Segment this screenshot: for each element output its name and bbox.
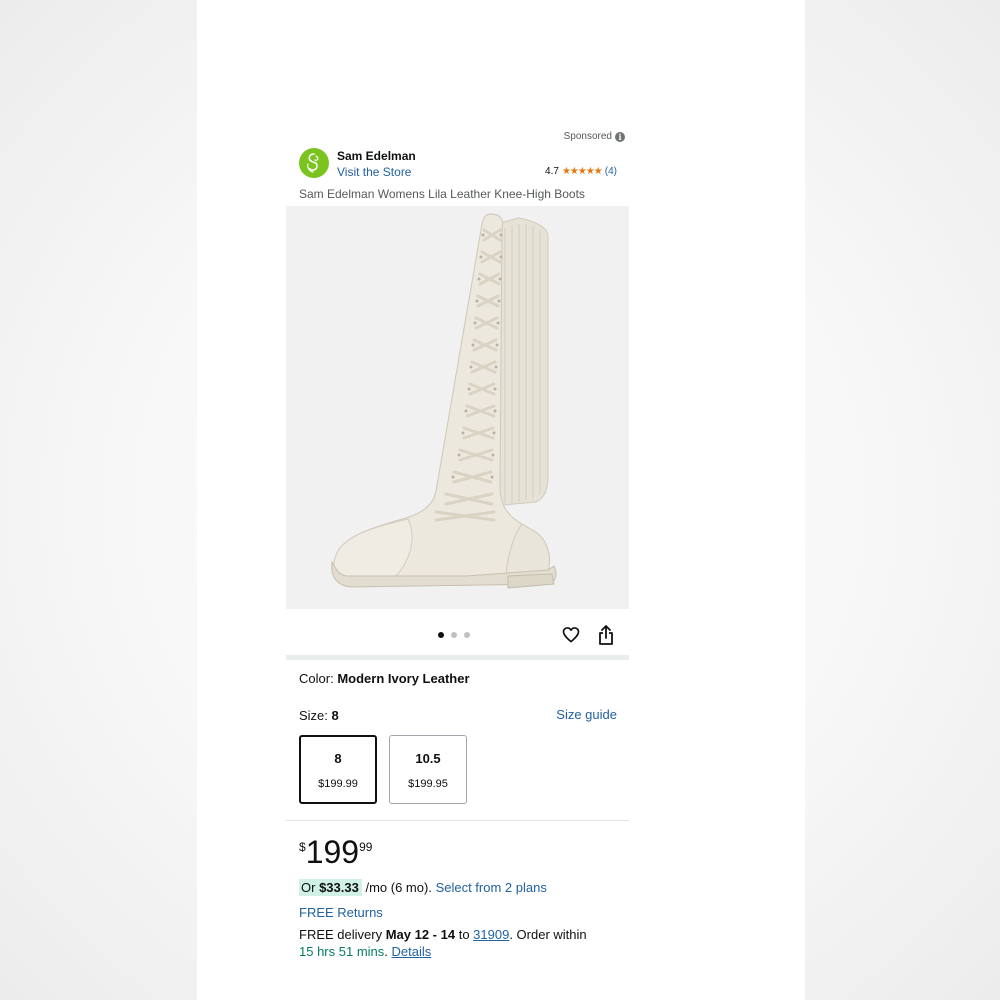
size-value: 8 xyxy=(331,708,339,723)
installment-amount: $33.33 xyxy=(319,880,359,895)
brand-name: Sam Edelman xyxy=(337,149,416,163)
color-selection: Color: Modern Ivory Leather xyxy=(299,671,470,686)
delivery-info: FREE delivery May 12 - 14 to 31909. Orde… xyxy=(299,927,587,959)
size-option-10-5[interactable]: 10.5 $199.95 xyxy=(389,735,467,804)
size-option-size: 8 xyxy=(334,751,342,766)
installment-suffix: /mo (6 mo). xyxy=(365,880,432,895)
installment-highlight: Or $33.33 xyxy=(299,879,362,896)
carousel-dot-2[interactable] xyxy=(451,632,457,638)
store-logo-icon[interactable] xyxy=(299,148,329,178)
delivery-prefix: FREE delivery xyxy=(299,927,383,942)
size-option-8[interactable]: 8 $199.99 xyxy=(299,735,377,804)
order-within-text: . Order within xyxy=(509,927,587,942)
installment-prefix: Or xyxy=(301,880,316,895)
rating-summary[interactable]: 4.7 ★★★★★ (4) xyxy=(545,166,617,177)
select-plans-link[interactable]: Select from 2 plans xyxy=(436,880,547,895)
section-divider xyxy=(286,655,629,660)
color-label: Color: xyxy=(299,671,334,686)
size-selection: Size: 8 xyxy=(299,708,339,723)
heart-icon[interactable] xyxy=(561,625,581,645)
price-divider xyxy=(286,820,629,821)
image-carousel-dots[interactable] xyxy=(438,632,470,638)
price-fraction: 99 xyxy=(359,840,373,854)
visit-store-link[interactable]: Visit the Store xyxy=(337,165,411,179)
product-image[interactable] xyxy=(286,206,629,609)
installment-offer: Or $33.33 /mo (6 mo). Select from 2 plan… xyxy=(299,879,547,896)
rating-value: 4.7 xyxy=(545,166,559,177)
price-display: $ 199 99 xyxy=(299,834,372,870)
delivery-to: to xyxy=(458,927,470,942)
product-content: Sponsored i Sam Edelman Visit the Store … xyxy=(286,0,629,1000)
info-icon[interactable]: i xyxy=(615,131,625,142)
sponsored-text: Sponsored xyxy=(563,131,612,142)
star-rating-icon: ★★★★★ xyxy=(561,166,603,177)
zip-code-link[interactable]: 31909 xyxy=(473,927,509,942)
color-value: Modern Ivory Leather xyxy=(337,671,470,686)
rating-count[interactable]: (4) xyxy=(605,166,617,177)
details-link[interactable]: Details xyxy=(392,944,432,959)
size-option-price: $199.99 xyxy=(318,778,358,790)
carousel-dot-3[interactable] xyxy=(464,632,470,638)
size-guide-link[interactable]: Size guide xyxy=(556,707,617,722)
product-title[interactable]: Sam Edelman Womens Lila Leather Knee-Hig… xyxy=(299,187,585,201)
delivery-dates: May 12 - 14 xyxy=(385,927,456,942)
size-option-price: $199.95 xyxy=(408,778,448,790)
sponsored-label[interactable]: Sponsored i xyxy=(564,131,625,142)
carousel-dot-1[interactable] xyxy=(438,632,444,638)
price-currency: $ xyxy=(299,840,306,854)
size-option-size: 10.5 xyxy=(415,751,441,766)
countdown-timer: 15 hrs 51 mins xyxy=(299,944,385,959)
free-returns-link[interactable]: FREE Returns xyxy=(299,905,383,920)
boot-image xyxy=(331,213,557,589)
product-page: Sponsored i Sam Edelman Visit the Store … xyxy=(197,0,805,1000)
share-icon[interactable] xyxy=(597,624,615,646)
price-whole: 199 xyxy=(305,834,360,870)
size-label: Size: xyxy=(299,708,328,723)
